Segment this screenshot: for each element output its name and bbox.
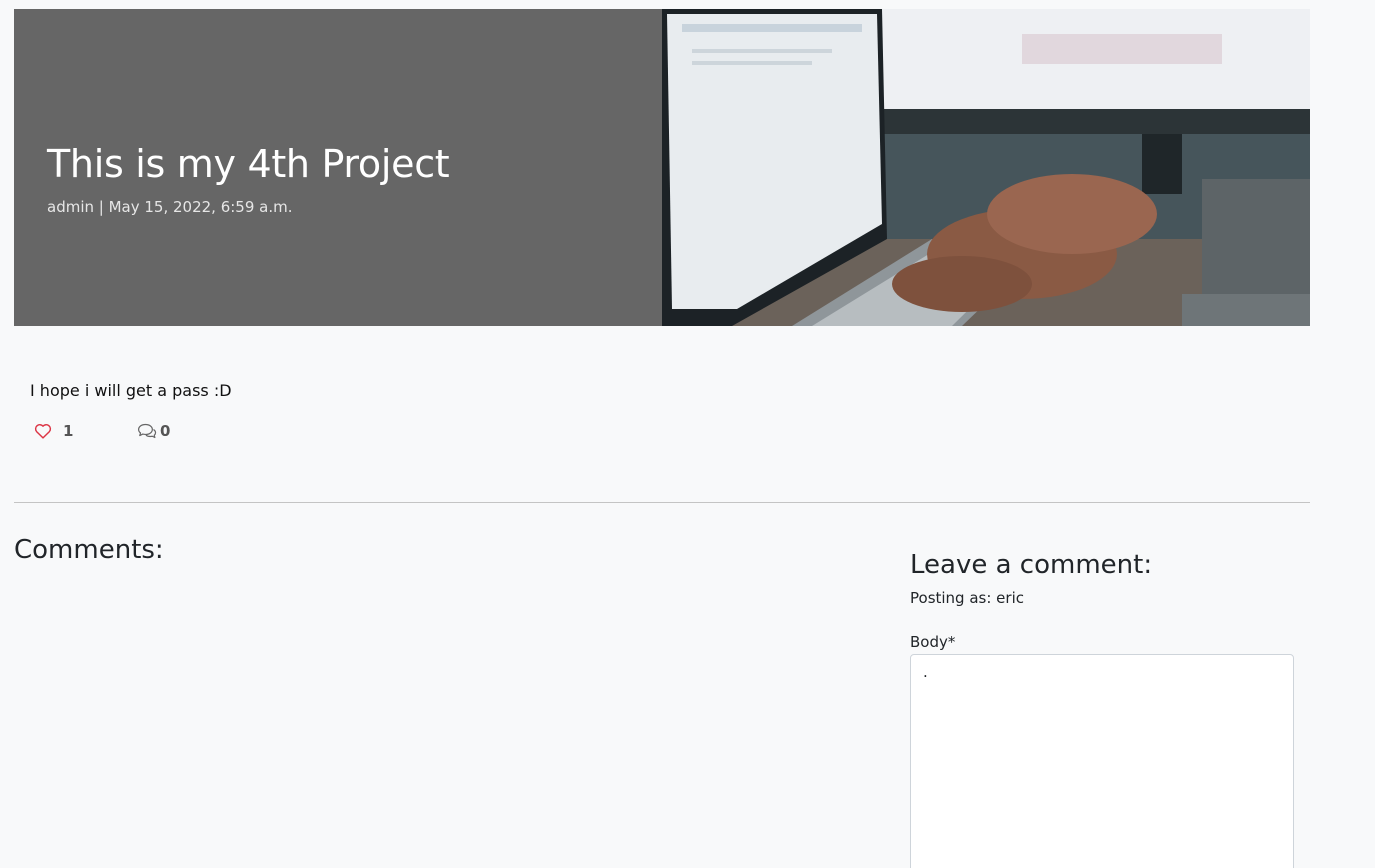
- comment-count-indicator: 0: [137, 422, 170, 440]
- leave-comment-heading: Leave a comment:: [910, 550, 1153, 580]
- post-content: I hope i will get a pass :D: [30, 381, 232, 400]
- comments-heading: Comments:: [14, 535, 164, 565]
- section-divider: [14, 502, 1310, 503]
- heart-icon: [34, 423, 52, 439]
- posting-as-text: Posting as: eric: [910, 589, 1024, 607]
- comment-body-textarea[interactable]: .: [910, 654, 1294, 868]
- body-field-label: Body*: [910, 633, 956, 651]
- masthead-text-panel: This is my 4th Project admin | May 15, 2…: [14, 9, 662, 326]
- like-count: 1: [63, 422, 74, 440]
- comment-form: Leave a comment: Posting as: eric Body* …: [910, 550, 1294, 868]
- post-title: This is my 4th Project: [47, 142, 450, 186]
- like-button[interactable]: 1: [34, 422, 137, 440]
- chat-bubbles-icon: [137, 423, 157, 439]
- post-masthead: This is my 4th Project admin | May 15, 2…: [14, 9, 1310, 326]
- post-detail-page: This is my 4th Project admin | May 15, 2…: [0, 0, 1375, 868]
- comment-count: 0: [160, 422, 171, 440]
- post-featured-image: [662, 9, 1310, 326]
- post-stats: 1 0: [34, 422, 170, 440]
- post-meta: admin | May 15, 2022, 6:59 a.m.: [47, 198, 293, 216]
